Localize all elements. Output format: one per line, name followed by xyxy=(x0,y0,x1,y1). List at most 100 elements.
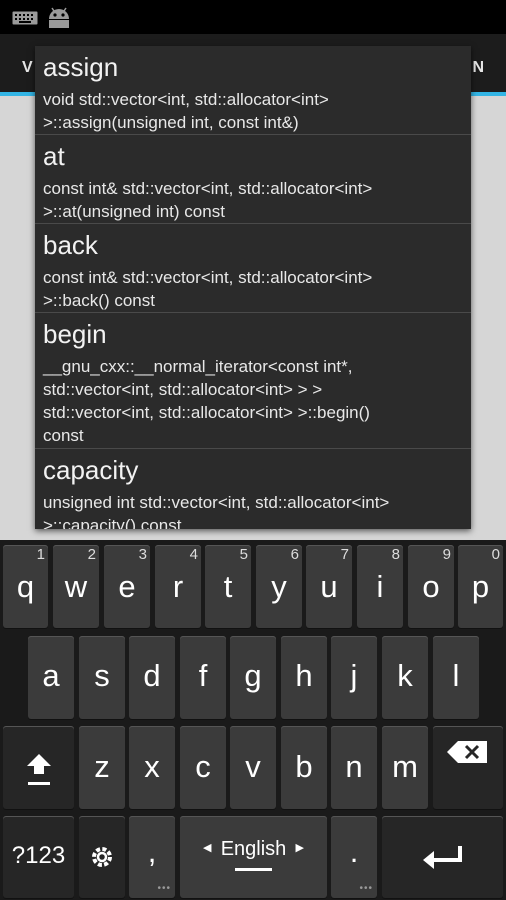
period-key[interactable]: . ••• xyxy=(331,816,377,898)
key-label: o xyxy=(422,569,440,604)
key-label: h xyxy=(295,658,313,693)
key-f[interactable]: f xyxy=(180,636,226,719)
key-u[interactable]: 7 u xyxy=(306,545,352,628)
key-hint: 4 xyxy=(189,546,198,563)
member-signature: const int& std::vector<int, std::allocat… xyxy=(43,268,373,310)
key-hint: 0 xyxy=(491,546,500,563)
autocomplete-popup: assign void std::vector<int, std::alloca… xyxy=(35,46,471,529)
shift-icon xyxy=(25,752,53,793)
key-v[interactable]: v xyxy=(230,726,276,809)
key-x[interactable]: x xyxy=(129,726,175,809)
key-n[interactable]: n xyxy=(331,726,377,809)
key-k[interactable]: k xyxy=(382,636,428,719)
key-i[interactable]: 8 i xyxy=(357,545,403,628)
key-label: q xyxy=(16,569,35,604)
key-p[interactable]: 0 p xyxy=(458,545,503,628)
key-label: f xyxy=(198,658,208,693)
autocomplete-item[interactable]: begin __gnu_cxx::__normal_iterator<const… xyxy=(35,313,471,449)
member-signature: unsigned int std::vector<int, std::alloc… xyxy=(43,493,390,529)
member-name: back xyxy=(43,230,98,260)
comma-key[interactable]: , ••• xyxy=(129,816,175,898)
key-label: c xyxy=(195,749,211,784)
comma-label: , xyxy=(147,834,157,869)
key-o[interactable]: 9 o xyxy=(408,545,454,628)
language-next-icon: ▶ xyxy=(295,842,304,854)
key-label: a xyxy=(42,658,60,693)
status-bar xyxy=(0,0,506,34)
autocomplete-item[interactable]: capacity unsigned int std::vector<int, s… xyxy=(35,449,471,529)
symbols-label: ?123 xyxy=(11,842,66,869)
key-e[interactable]: 3 e xyxy=(104,545,150,628)
android-icon xyxy=(46,6,72,33)
key-label: w xyxy=(64,569,88,604)
key-d[interactable]: d xyxy=(129,636,175,719)
delete-key[interactable] xyxy=(433,726,503,809)
action-bar-left-label[interactable]: V xyxy=(22,59,33,77)
key-label: y xyxy=(271,569,287,604)
autocomplete-item[interactable]: assign void std::vector<int, std::alloca… xyxy=(35,46,471,135)
key-s[interactable]: s xyxy=(79,636,125,719)
member-signature: const int& std::vector<int, std::allocat… xyxy=(43,179,373,221)
spacebar-underline xyxy=(235,868,272,871)
action-bar-right-label[interactable]: N xyxy=(472,59,484,77)
key-label: n xyxy=(345,749,363,784)
key-hint: 1 xyxy=(36,546,45,563)
member-signature: __gnu_cxx::__normal_iterator<const int*,… xyxy=(43,357,370,445)
key-hint: 3 xyxy=(138,546,147,563)
key-label: b xyxy=(295,749,313,784)
settings-key[interactable] xyxy=(79,816,125,898)
period-label: . xyxy=(349,834,359,869)
key-r[interactable]: 4 r xyxy=(155,545,201,628)
space-language-label: English xyxy=(220,838,287,860)
soft-keyboard: 1 q 2 w 3 e 4 r 5 t 6 y 7 u 8 i 9 o 0 p … xyxy=(0,540,506,900)
more-keys-indicator: ••• xyxy=(359,883,373,894)
member-name: capacity xyxy=(43,455,139,485)
key-label: l xyxy=(452,658,460,693)
key-l[interactable]: l xyxy=(433,636,479,719)
key-z[interactable]: z xyxy=(79,726,125,809)
key-label: s xyxy=(94,658,110,693)
space-key[interactable]: ◀ English ▶ xyxy=(180,816,327,898)
key-b[interactable]: b xyxy=(281,726,327,809)
key-t[interactable]: 5 t xyxy=(205,545,251,628)
key-label: x xyxy=(144,749,160,784)
key-m[interactable]: m xyxy=(382,726,428,809)
backspace-icon xyxy=(446,740,488,769)
symbols-key[interactable]: ?123 xyxy=(3,816,74,898)
settings-icon xyxy=(91,846,113,873)
autocomplete-item[interactable]: back const int& std::vector<int, std::al… xyxy=(35,224,471,313)
key-label: k xyxy=(397,658,413,693)
key-hint: 2 xyxy=(87,546,96,563)
key-hint: 5 xyxy=(239,546,248,563)
key-label: v xyxy=(245,749,261,784)
member-name: begin xyxy=(43,319,107,349)
key-label: r xyxy=(172,569,184,604)
key-label: j xyxy=(350,658,358,693)
key-label: m xyxy=(392,749,418,784)
key-w[interactable]: 2 w xyxy=(53,545,99,628)
key-label: i xyxy=(376,569,384,604)
key-a[interactable]: a xyxy=(28,636,74,719)
key-hint: 6 xyxy=(290,546,299,563)
shift-key[interactable] xyxy=(3,726,74,809)
key-j[interactable]: j xyxy=(331,636,377,719)
key-h[interactable]: h xyxy=(281,636,327,719)
key-hint: 9 xyxy=(442,546,451,563)
autocomplete-item[interactable]: at const int& std::vector<int, std::allo… xyxy=(35,135,471,224)
key-y[interactable]: 6 y xyxy=(256,545,302,628)
key-label: d xyxy=(143,658,161,693)
key-label: g xyxy=(244,658,262,693)
key-g[interactable]: g xyxy=(230,636,276,719)
key-c[interactable]: c xyxy=(180,726,226,809)
enter-icon xyxy=(422,844,464,877)
key-label: u xyxy=(320,569,338,604)
key-q[interactable]: 1 q xyxy=(3,545,48,628)
key-label: z xyxy=(94,749,110,784)
keyboard-icon xyxy=(12,11,38,30)
more-keys-indicator: ••• xyxy=(157,883,171,894)
key-hint: 8 xyxy=(391,546,400,563)
member-name: assign xyxy=(43,52,119,82)
enter-key[interactable] xyxy=(382,816,503,898)
key-label: p xyxy=(471,569,490,604)
member-name: at xyxy=(43,141,65,171)
